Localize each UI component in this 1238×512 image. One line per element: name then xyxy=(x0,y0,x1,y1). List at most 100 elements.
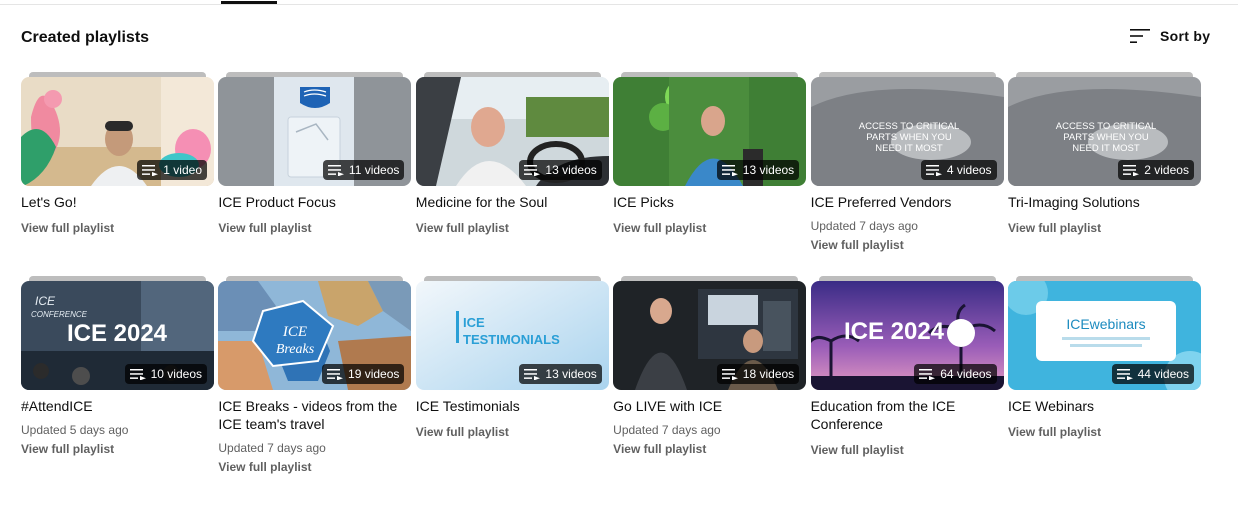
video-count: 4 videos xyxy=(946,163,992,177)
playlist-title[interactable]: Education from the ICE Conference xyxy=(811,397,1003,433)
svg-text:PARTS WHEN YOU: PARTS WHEN YOU xyxy=(866,132,952,143)
playlist-title[interactable]: #AttendICE xyxy=(21,397,213,415)
video-count-badge: 13 videos xyxy=(519,364,602,384)
playlist-title[interactable]: ICE Webinars xyxy=(1008,397,1200,415)
playlist-icon xyxy=(524,369,541,380)
view-full-playlist-link[interactable]: View full playlist xyxy=(218,219,411,237)
video-count-badge: 13 videos xyxy=(716,160,800,180)
playlist-title[interactable]: ICE Testimonials xyxy=(416,397,608,415)
playlist-thumbnail-stack[interactable]: ICEwebinars 44 videos xyxy=(1007,276,1201,390)
playlist-updated: Updated 7 days ago xyxy=(613,423,721,437)
playlist-thumbnail-stack[interactable]: 1 video xyxy=(21,72,214,186)
playlist-title[interactable]: Medicine for the Soul xyxy=(416,193,608,211)
video-count: 10 videos xyxy=(150,367,202,381)
playlist-thumbnail-stack[interactable]: 18 videos xyxy=(613,276,807,390)
video-count-badge: 19 videos xyxy=(322,364,405,384)
playlist-card[interactable]: 11 videos ICE Product Focus View full pl… xyxy=(218,72,412,276)
video-count: 2 videos xyxy=(1144,163,1189,177)
playlist-icon xyxy=(142,165,159,176)
svg-text:ICEwebinars: ICEwebinars xyxy=(1066,316,1145,332)
video-count-badge: 64 videos xyxy=(914,364,997,384)
playlist-updated: Updated 5 days ago xyxy=(21,423,129,437)
playlist-icon xyxy=(524,165,541,176)
sort-by-button[interactable]: Sort by xyxy=(1130,25,1210,47)
view-full-playlist-link[interactable]: View full playlist xyxy=(613,219,806,237)
svg-text:PARTS WHEN YOU: PARTS WHEN YOU xyxy=(1063,132,1149,143)
svg-text:NEED IT MOST: NEED IT MOST xyxy=(1072,143,1140,154)
view-full-playlist-link[interactable]: View full playlist xyxy=(1008,423,1201,441)
playlist-card[interactable]: 1 video Let's Go! View full playlist xyxy=(21,72,214,276)
view-full-playlist-link[interactable]: View full playlist xyxy=(416,423,609,441)
playlist-card[interactable]: ICE CONFERENCE ICE 2024 10 videos #Atten… xyxy=(21,276,214,480)
svg-text:CONFERENCE: CONFERENCE xyxy=(31,310,88,319)
playlist-thumbnail-stack[interactable]: ACCESS TO CRITICAL PARTS WHEN YOU NEED I… xyxy=(810,72,1004,186)
svg-text:Breaks: Breaks xyxy=(276,342,315,357)
playlist-grid: 1 video Let's Go! View full playlist 11 … xyxy=(21,72,1201,480)
section-title: Created playlists xyxy=(21,29,150,46)
playlist-card[interactable]: ICEwebinars 44 videos ICE Webinars View … xyxy=(1007,276,1201,480)
playlist-icon xyxy=(129,369,146,380)
video-count-badge: 10 videos xyxy=(124,364,207,384)
playlist-thumbnail-stack[interactable]: ICE TESTIMONIALS 13 videos xyxy=(415,276,609,390)
playlist-thumbnail-stack[interactable]: ICE Breaks 19 videos xyxy=(218,276,412,390)
playlist-thumbnail-stack[interactable]: ICE 2024 64 videos xyxy=(810,276,1004,390)
video-count-badge: 13 videos xyxy=(519,160,602,180)
svg-text:ICE 2024: ICE 2024 xyxy=(844,318,945,345)
svg-text:ICE: ICE xyxy=(463,315,485,330)
playlist-card[interactable]: ICE 2024 64 videos Education from the IC… xyxy=(810,276,1004,480)
playlist-icon xyxy=(721,369,738,380)
view-full-playlist-link[interactable]: View full playlist xyxy=(218,458,411,476)
playlist-card[interactable]: 18 videos Go LIVE with ICE Updated 7 day… xyxy=(613,276,807,480)
playlist-icon xyxy=(925,165,942,176)
playlist-card[interactable]: 13 videos ICE Picks View full playlist xyxy=(613,72,807,276)
view-full-playlist-link[interactable]: View full playlist xyxy=(811,236,1004,254)
playlist-icon xyxy=(721,165,738,176)
playlist-thumbnail-stack[interactable]: ACCESS TO CRITICAL PARTS WHEN YOU NEED I… xyxy=(1007,72,1201,186)
svg-text:ACCESS TO CRITICAL: ACCESS TO CRITICAL xyxy=(1056,121,1156,132)
video-count: 13 videos xyxy=(742,163,795,177)
video-count: 18 videos xyxy=(742,367,795,381)
playlist-title[interactable]: ICE Breaks - videos from the ICE team's … xyxy=(218,397,410,433)
video-count: 13 videos xyxy=(545,367,597,381)
video-count-badge: 2 videos xyxy=(1118,160,1194,180)
video-count: 19 videos xyxy=(348,367,400,381)
top-divider xyxy=(0,4,1238,5)
playlist-updated: Updated 7 days ago xyxy=(810,219,918,233)
playlist-title[interactable]: Tri-Imaging Solutions xyxy=(1008,193,1200,211)
video-count: 11 videos xyxy=(348,163,400,177)
playlist-title[interactable]: ICE Product Focus xyxy=(218,193,410,211)
playlist-card[interactable]: ACCESS TO CRITICAL PARTS WHEN YOU NEED I… xyxy=(810,72,1004,276)
svg-text:TESTIMONIALS: TESTIMONIALS xyxy=(463,332,560,347)
playlist-thumbnail-stack[interactable]: 13 videos xyxy=(415,72,609,186)
view-full-playlist-link[interactable]: View full playlist xyxy=(416,219,609,237)
playlist-thumbnail-stack[interactable]: 11 videos xyxy=(218,72,412,186)
playlist-updated: Updated 7 days ago xyxy=(218,441,326,455)
video-count: 64 videos xyxy=(940,367,992,381)
playlist-card[interactable]: 13 videos Medicine for the Soul View ful… xyxy=(415,72,609,276)
playlist-icon xyxy=(1116,369,1133,380)
view-full-playlist-link[interactable]: View full playlist xyxy=(21,440,214,458)
svg-text:ICE 2024: ICE 2024 xyxy=(67,320,168,347)
sort-by-label: Sort by xyxy=(1160,28,1211,44)
view-full-playlist-link[interactable]: View full playlist xyxy=(21,219,214,237)
video-count-badge: 44 videos xyxy=(1111,364,1194,384)
active-tab-indicator xyxy=(221,1,277,4)
playlist-title[interactable]: Let's Go! xyxy=(21,193,213,211)
view-full-playlist-link[interactable]: View full playlist xyxy=(811,441,1004,459)
video-count: 44 videos xyxy=(1137,367,1189,381)
svg-text:ICE: ICE xyxy=(35,294,56,308)
playlist-thumbnail-stack[interactable]: 13 videos xyxy=(613,72,807,186)
video-count: 13 videos xyxy=(545,163,597,177)
playlist-title[interactable]: Go LIVE with ICE xyxy=(613,397,805,415)
playlist-card[interactable]: ACCESS TO CRITICAL PARTS WHEN YOU NEED I… xyxy=(1007,72,1201,276)
svg-text:NEED IT MOST: NEED IT MOST xyxy=(875,143,943,154)
view-full-playlist-link[interactable]: View full playlist xyxy=(613,440,806,458)
playlist-thumbnail-stack[interactable]: ICE CONFERENCE ICE 2024 10 videos xyxy=(21,276,214,390)
video-count-badge: 4 videos xyxy=(920,160,997,180)
playlist-card[interactable]: ICE TESTIMONIALS 13 videos ICE Testimoni… xyxy=(415,276,609,480)
playlist-card[interactable]: ICE Breaks 19 videos ICE Breaks - videos… xyxy=(218,276,412,480)
playlist-icon xyxy=(919,369,936,380)
playlist-title[interactable]: ICE Picks xyxy=(613,193,805,211)
playlist-title[interactable]: ICE Preferred Vendors xyxy=(811,193,1003,211)
view-full-playlist-link[interactable]: View full playlist xyxy=(1008,219,1201,237)
